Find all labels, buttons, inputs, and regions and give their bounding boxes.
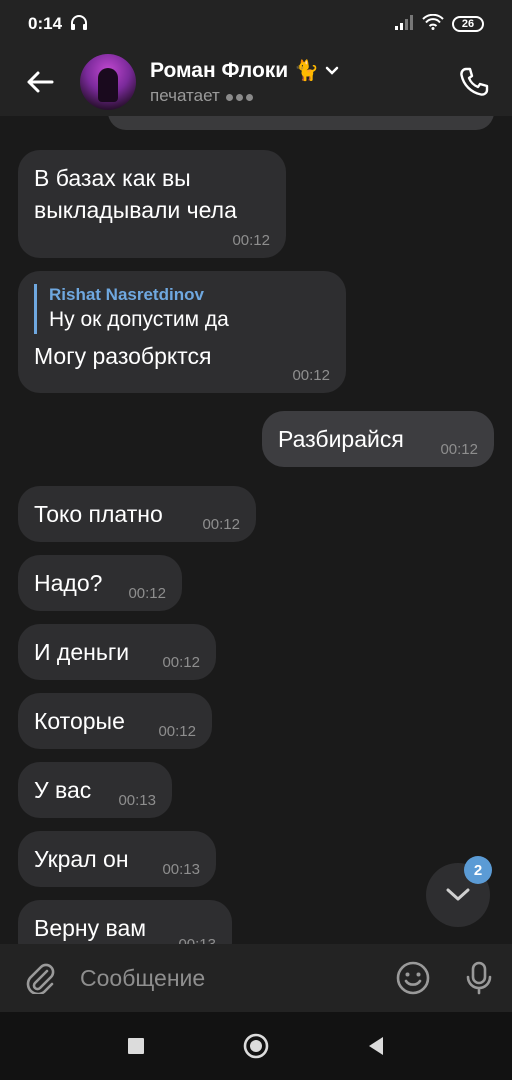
status-bar: 0:14 26 xyxy=(0,0,512,48)
message-bubble[interactable]: У вас 00:13 xyxy=(18,762,172,818)
chevron-down-icon xyxy=(446,888,470,901)
reply-quote[interactable]: Rishat Nasretdinov Ну ок допустим да xyxy=(34,284,330,334)
system-nav-bar xyxy=(0,1012,512,1080)
message-time: 00:13 xyxy=(118,792,156,809)
reply-text: Ну ок допустим да xyxy=(49,308,229,331)
unread-count-badge: 2 xyxy=(464,856,492,884)
previous-message-bubble[interactable] xyxy=(108,116,494,130)
arrow-left-icon xyxy=(27,71,54,93)
message-bubble[interactable]: Надо? 00:12 xyxy=(18,555,182,611)
message-time: 00:12 xyxy=(440,441,478,458)
paperclip-icon xyxy=(26,963,55,994)
call-button[interactable] xyxy=(436,48,512,116)
microphone-icon xyxy=(466,961,492,995)
message-bubble[interactable]: Которые 00:12 xyxy=(18,693,212,749)
message-time: 00:12 xyxy=(158,723,196,740)
message-time: 00:13 xyxy=(162,861,200,878)
home-button[interactable] xyxy=(236,1026,276,1066)
attach-button[interactable] xyxy=(0,944,80,1012)
message-bubble-outgoing[interactable]: Разбирайся 00:12 xyxy=(262,411,494,467)
message-input[interactable] xyxy=(80,944,380,1012)
message-text: В базах как вы выкладывали чела xyxy=(34,165,237,223)
triangle-back-icon xyxy=(369,1037,383,1055)
chat-status: печатает xyxy=(150,86,339,106)
message-bubble[interactable]: Токо платно 00:12 xyxy=(18,486,256,542)
recents-button[interactable] xyxy=(116,1026,156,1066)
avatar[interactable] xyxy=(80,54,136,110)
message-time: 00:12 xyxy=(202,516,240,533)
message-bubble[interactable]: Rishat Nasretdinov Ну ок допустим да Мог… xyxy=(18,271,346,393)
message-input-bar xyxy=(0,944,512,1012)
back-button[interactable] xyxy=(0,48,80,116)
message-time: 00:12 xyxy=(232,232,270,249)
signal-icon xyxy=(394,14,414,35)
battery-indicator: 26 xyxy=(452,16,484,32)
status-time: 0:14 xyxy=(28,14,63,33)
square-icon xyxy=(128,1038,144,1054)
message-bubble[interactable]: Верну вам 00:13 xyxy=(18,900,232,944)
message-time: 00:12 xyxy=(162,654,200,671)
typing-dots xyxy=(225,86,256,106)
message-bubble[interactable]: Украл он 00:13 xyxy=(18,831,216,887)
chat-title: Роман Флоки xyxy=(150,58,289,82)
reply-author: Rishat Nasretdinov xyxy=(49,285,204,304)
message-text: Могу разобрктся xyxy=(34,343,212,369)
headphones-icon xyxy=(70,14,88,35)
message-list[interactable]: В базах как вы выкладывали чела 00:12 Ri… xyxy=(0,116,512,944)
voice-record-button[interactable] xyxy=(446,944,512,1012)
message-bubble[interactable]: В базах как вы выкладывали чела 00:12 xyxy=(18,150,286,258)
message-time: 00:12 xyxy=(292,367,330,384)
message-time: 00:13 xyxy=(178,936,216,944)
wifi-icon xyxy=(422,13,444,35)
chevron-down-icon[interactable] xyxy=(325,66,339,76)
smile-icon xyxy=(396,961,430,995)
typing-status: печатает xyxy=(150,86,220,105)
message-time: 00:12 xyxy=(128,585,166,602)
chat-title-block[interactable]: Роман Флоки 🐈 печатает xyxy=(150,58,339,106)
chat-header: Роман Флоки 🐈 печатает xyxy=(0,48,512,116)
phone-icon xyxy=(460,67,489,96)
cat-emoji: 🐈 xyxy=(294,60,320,82)
emoji-button[interactable] xyxy=(380,944,446,1012)
back-nav-button[interactable] xyxy=(356,1026,396,1066)
circle-icon xyxy=(243,1033,269,1059)
message-bubble[interactable]: И деньги 00:12 xyxy=(18,624,216,680)
